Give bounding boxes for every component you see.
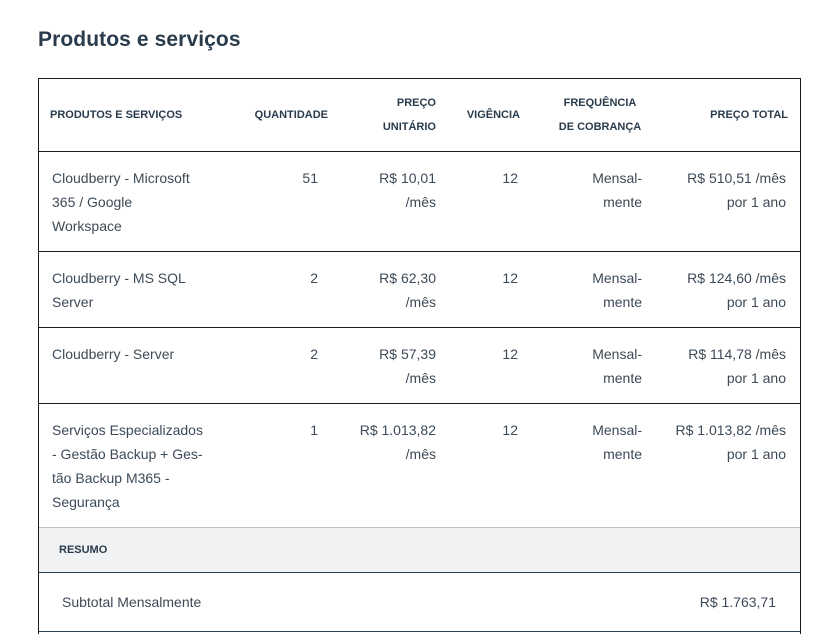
product-name-line: Cloudberry - MS SQL [52, 270, 186, 286]
subtotal-value: R$ 1.763,71 [532, 572, 801, 632]
total-price-line1: R$ 1.013,82 /mês [675, 422, 786, 438]
total-price-cell: R$ 1.013,82 /mês por 1 ano [666, 403, 801, 528]
frequency-line1: Mensal- [592, 270, 642, 286]
total-price-cell: R$ 114,78 /mês por 1 ano [666, 327, 801, 404]
frequency-cell: Mensal-mente [532, 251, 666, 328]
total-price-line1: R$ 124,60 /mês [687, 270, 786, 286]
header-frequency-line2: DE COBRANÇA [558, 121, 642, 133]
term-cell: 12 [450, 151, 532, 252]
unit-price-value: R$ 62,30 [379, 270, 436, 286]
header-quantity: QUANTIDADE [237, 78, 334, 152]
table-row: Cloudberry - Server 2 R$ 57,39/mês 12 Mensal… [38, 327, 801, 404]
header-unit-price: PREÇO UNITÁRIO [334, 78, 450, 152]
header-frequency: FREQUÊNCIA DE COBRANÇA [532, 78, 666, 152]
header-frequency-line1: FREQUÊNCIA [563, 97, 637, 109]
products-table: PRODUTOS E SERVIÇOS QUANTIDADE PREÇO UNI… [38, 78, 801, 632]
unit-price-cell: R$ 62,30/mês [334, 251, 450, 328]
product-name: Cloudberry - MS SQL Server [38, 251, 237, 328]
product-name-line: Server [52, 294, 94, 310]
table-header-row: PRODUTOS E SERVIÇOS QUANTIDADE PREÇO UNI… [38, 78, 801, 152]
product-name-line: Workspace [52, 218, 122, 234]
term-value: 12 [502, 270, 518, 286]
frequency-line2: mente [603, 294, 642, 310]
frequency-cell: Mensal-mente [532, 151, 666, 252]
summary-heading-row: RESUMO [38, 527, 801, 573]
quantity-value: 2 [310, 346, 318, 362]
product-name: Cloudberry - Server [38, 327, 237, 404]
header-total-price: PREÇO TOTAL [666, 78, 801, 152]
table-row: Cloudberry - Microsoft 365 / Google Worksp… [38, 151, 801, 252]
header-unit-price-line1: PREÇO [396, 97, 436, 109]
total-price-line2: por 1 ano [726, 194, 786, 210]
term-value: 12 [502, 170, 518, 186]
product-name-line: Cloudberry - Microsoft [52, 170, 190, 186]
product-name-line: Cloudberry - Server [52, 346, 175, 362]
product-name-line: Segurança [52, 494, 120, 510]
unit-price-suffix: /mês [405, 294, 436, 310]
header-term: VIGÊNCIA [450, 78, 532, 152]
total-price-cell: R$ 124,60 /mês por 1 ano [666, 251, 801, 328]
unit-price-suffix: /mês [405, 446, 436, 462]
quantity-cell: 2 [237, 251, 334, 328]
product-name: Cloudberry - Microsoft 365 / Google Worksp… [38, 151, 237, 252]
quantity-cell: 1 [237, 403, 334, 528]
subtotal-label: Subtotal Mensalmente [38, 572, 532, 632]
unit-price-cell: R$ 57,39/mês [334, 327, 450, 404]
header-unit-price-line2: UNITÁRIO [382, 121, 436, 133]
product-name-line: Serviços Especializados [52, 422, 203, 438]
unit-price-value: R$ 57,39 [379, 346, 436, 362]
product-name: Serviços Especializados - Gestão Backup +… [38, 403, 237, 528]
total-price-line1: R$ 114,78 /mês [688, 346, 786, 362]
frequency-line1: Mensal- [592, 422, 642, 438]
total-price-line2: por 1 ano [726, 446, 786, 462]
total-price-cell: R$ 510,51 /mês por 1 ano [666, 151, 801, 252]
quantity-cell: 51 [237, 151, 334, 252]
quantity-value: 51 [302, 170, 318, 186]
term-cell: 12 [450, 403, 532, 528]
quantity-value: 2 [310, 270, 318, 286]
unit-price-cell: R$ 10,01/mês [334, 151, 450, 252]
table-row: Cloudberry - MS SQL Server 2 R$ 62,30/mês 12… [38, 251, 801, 328]
frequency-line1: Mensal- [592, 346, 642, 362]
unit-price-suffix: /mês [405, 370, 436, 386]
term-cell: 12 [450, 251, 532, 328]
total-price-line1: R$ 510,51 /mês [687, 170, 786, 186]
frequency-line1: Mensal- [592, 170, 642, 186]
term-cell: 12 [450, 327, 532, 404]
quantity-cell: 2 [237, 327, 334, 404]
header-product: PRODUTOS E SERVIÇOS [38, 78, 237, 152]
unit-price-value: R$ 10,01 [379, 170, 436, 186]
frequency-line2: mente [603, 370, 642, 386]
quantity-value: 1 [310, 422, 318, 438]
term-value: 12 [502, 346, 518, 362]
term-value: 12 [502, 422, 518, 438]
subtotal-row: Subtotal Mensalmente R$ 1.763,71 [38, 572, 801, 632]
total-price-line2: por 1 ano [726, 294, 786, 310]
frequency-cell: Mensal-mente [532, 403, 666, 528]
total-price-line2: por 1 ano [726, 370, 786, 386]
unit-price-cell: R$ 1.013,82/mês [334, 403, 450, 528]
table-row: Serviços Especializados - Gestão Backup +… [38, 403, 801, 528]
frequency-cell: Mensal-mente [532, 327, 666, 404]
product-name-line: - Gestão Backup + Ges- [52, 446, 203, 462]
product-name-line: tão Backup M365 - [52, 470, 170, 486]
frequency-line2: mente [603, 446, 642, 462]
unit-price-value: R$ 1.013,82 [359, 422, 436, 438]
unit-price-suffix: /mês [405, 194, 436, 210]
page-title: Produtos e serviços [38, 28, 241, 51]
frequency-line2: mente [603, 194, 642, 210]
product-name-line: 365 / Google [52, 194, 133, 210]
summary-heading: RESUMO [38, 527, 801, 573]
